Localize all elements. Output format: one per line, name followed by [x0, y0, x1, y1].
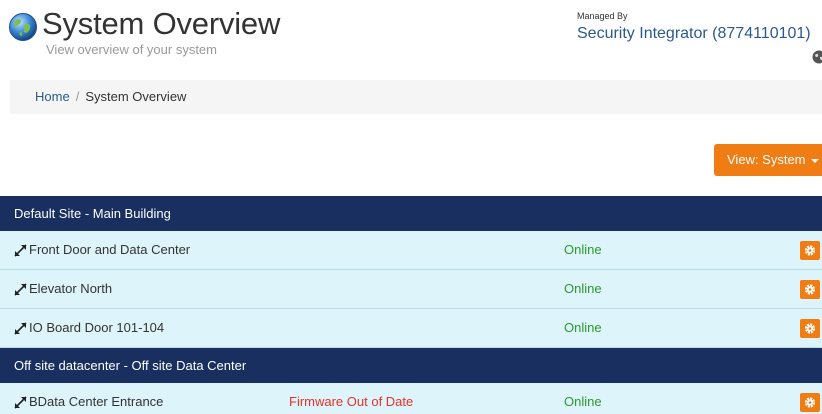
door-settings-button[interactable] [800, 280, 820, 299]
expand-arrows-icon[interactable] [14, 283, 27, 296]
door-status: Online [564, 242, 602, 257]
caret-down-icon [810, 158, 819, 163]
expand-arrows-icon[interactable] [14, 244, 27, 257]
site-header: Default Site - Main Building [0, 196, 822, 231]
door-status: Online [564, 394, 602, 409]
breadcrumb-home-link[interactable]: Home [35, 89, 70, 104]
breadcrumb: Home / System Overview [10, 80, 822, 114]
view-system-dropdown-button[interactable]: View: System [714, 144, 822, 176]
door-settings-button[interactable] [800, 393, 820, 412]
gear-icon [804, 245, 816, 256]
breadcrumb-current: System Overview [85, 89, 187, 104]
page-subtitle: View overview of your system [46, 42, 217, 57]
gear-icon [804, 323, 816, 334]
page-title: System Overview [42, 6, 281, 41]
door-row: BData Center Entrance Firmware Out of Da… [0, 383, 822, 414]
breadcrumb-separator: / [75, 89, 80, 104]
page-header: System Overview View overview of your sy… [0, 0, 822, 78]
door-settings-button[interactable] [800, 319, 820, 338]
door-settings-button[interactable] [800, 241, 820, 260]
door-row: IO Board Door 101-104 Online [0, 309, 822, 348]
site-name: Off site datacenter - Off site Data Cent… [14, 358, 247, 373]
view-button-label: View: System [727, 152, 806, 167]
expand-arrows-icon[interactable] [14, 322, 27, 335]
system-overview-table: Default Site - Main Building Front Door … [0, 196, 822, 414]
globe-icon[interactable] [812, 50, 822, 64]
door-alert: Firmware Out of Date [289, 394, 414, 409]
gear-icon [804, 397, 816, 408]
managed-by-label: Managed By [577, 11, 628, 21]
site-header: Off site datacenter - Off site Data Cent… [0, 348, 822, 383]
gear-icon [804, 284, 816, 295]
door-status: Online [564, 320, 602, 335]
door-name[interactable]: Elevator North [29, 281, 112, 296]
site-name: Default Site - Main Building [14, 206, 171, 221]
door-row: Front Door and Data Center Online [0, 231, 822, 270]
door-name[interactable]: BData Center Entrance [29, 394, 163, 409]
door-status: Online [564, 281, 602, 296]
expand-arrows-icon[interactable] [14, 396, 27, 409]
managed-by-name[interactable]: Security Integrator (8774110101) [577, 25, 811, 43]
globe-icon [9, 13, 37, 41]
door-name[interactable]: Front Door and Data Center [29, 242, 190, 257]
door-name[interactable]: IO Board Door 101-104 [29, 320, 164, 335]
door-row: Elevator North Online [0, 270, 822, 309]
